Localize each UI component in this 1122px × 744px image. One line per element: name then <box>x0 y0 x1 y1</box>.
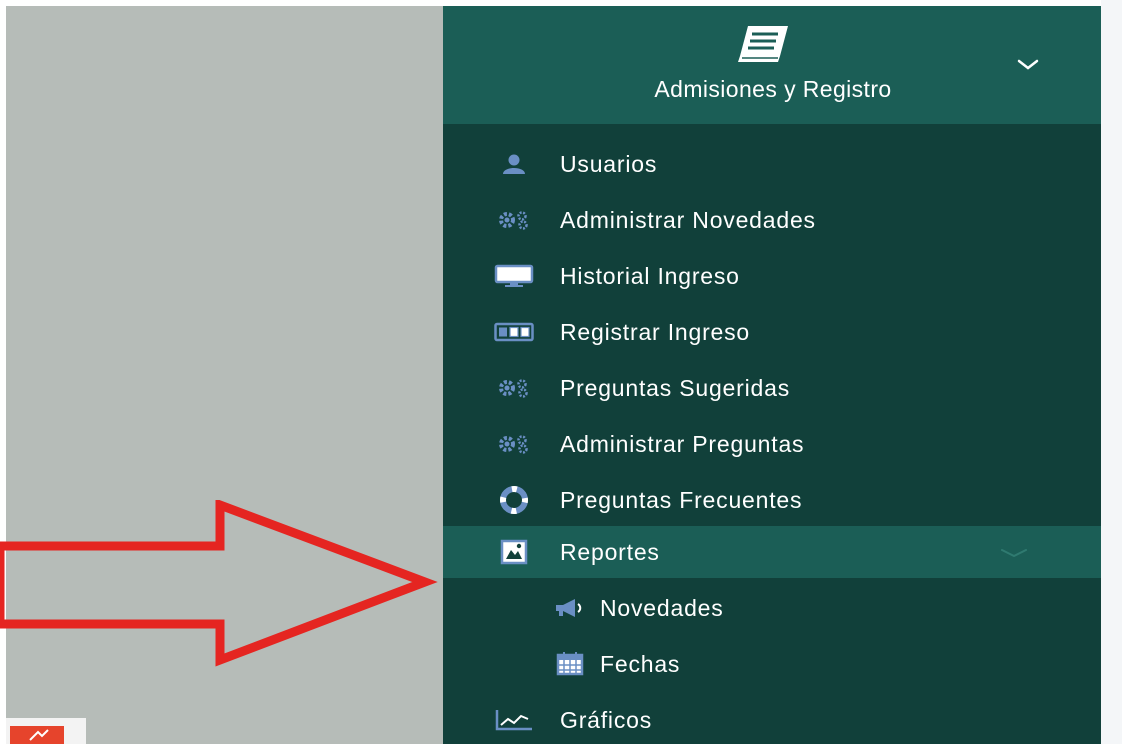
submenu-item-label: Novedades <box>600 594 724 621</box>
chevron-down-icon[interactable] <box>1017 58 1039 77</box>
menu-item-label: Administrar Preguntas <box>560 430 805 457</box>
submenu-item-fechas[interactable]: Fechas <box>443 638 1101 690</box>
book-icon <box>734 22 794 71</box>
menu-item-label: Preguntas Sugeridas <box>560 374 791 401</box>
menu-item-reportes[interactable]: Reportes <box>443 526 1101 578</box>
menu-item-label: Usuarios <box>560 150 658 177</box>
cogs-icon <box>493 429 535 459</box>
chevron-down-icon[interactable] <box>999 546 1029 564</box>
line-chart-icon <box>493 705 535 735</box>
menu-item-label: Reportes <box>560 538 660 565</box>
menu-item-registrar-ingreso[interactable]: Registrar Ingreso <box>443 306 1101 358</box>
submenu-item-label: Fechas <box>600 650 681 677</box>
menu-item-label: Historial Ingreso <box>560 262 740 289</box>
menu-item-label: Preguntas Frecuentes <box>560 486 803 513</box>
desktop-icon <box>493 261 535 291</box>
annotation-arrow <box>0 500 438 667</box>
submenu-item-novedades[interactable]: Novedades <box>443 582 1101 634</box>
menu-item-usuarios[interactable]: Usuarios <box>443 138 1101 190</box>
pdf-icon <box>29 729 49 741</box>
menu-item-graficos[interactable]: Gráficos <box>443 694 1101 744</box>
menu-item-administrar-novedades[interactable]: Administrar Novedades <box>443 194 1101 246</box>
menu-item-label: Registrar Ingreso <box>560 318 751 345</box>
life-ring-icon <box>493 485 535 515</box>
menu-item-historial-ingreso[interactable]: Historial Ingreso <box>443 250 1101 302</box>
id-card-icon <box>493 317 535 347</box>
module-header[interactable]: Admisiones y Registro <box>443 6 1101 124</box>
menu-item-label: Gráficos <box>560 706 653 733</box>
user-icon <box>493 149 535 179</box>
menu-item-preguntas-sugeridas[interactable]: Preguntas Sugeridas <box>443 362 1101 414</box>
sidebar-menu: Admisiones y Registro Usuarios Administr… <box>443 6 1101 744</box>
cogs-icon <box>493 373 535 403</box>
pdf-thumbnail[interactable] <box>6 718 86 744</box>
bullhorn-icon <box>549 593 591 623</box>
picture-file-icon <box>493 537 535 567</box>
menu-item-label: Administrar Novedades <box>560 206 816 233</box>
module-title: Admisiones y Registro <box>654 76 892 102</box>
menu-item-administrar-preguntas[interactable]: Administrar Preguntas <box>443 418 1101 470</box>
menu-item-preguntas-frecuentes[interactable]: Preguntas Frecuentes <box>443 474 1101 526</box>
page-edge <box>1101 0 1122 744</box>
calendar-icon <box>549 649 591 679</box>
cogs-icon <box>493 205 535 235</box>
